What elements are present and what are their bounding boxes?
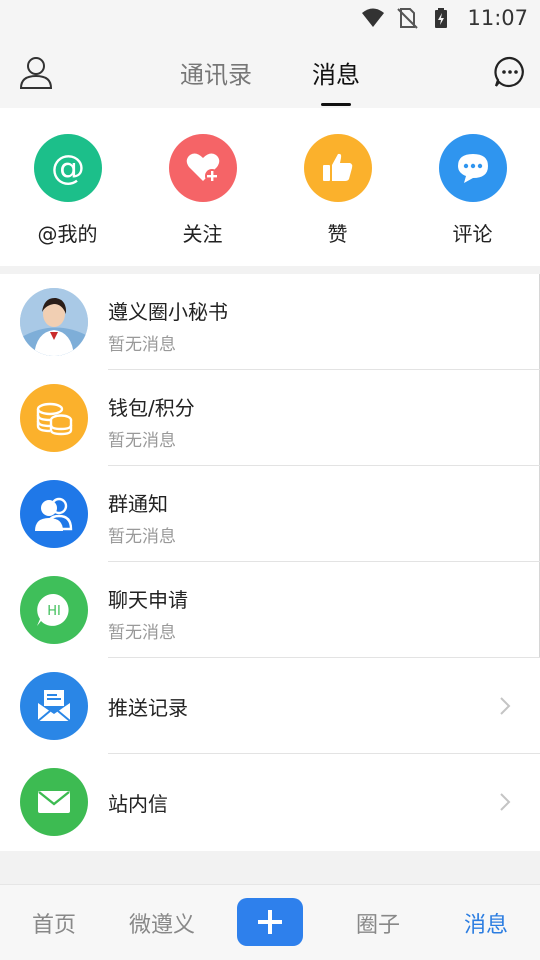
list-item-push-records[interactable]: 推送记录 — [0, 658, 540, 754]
chat-bubble-icon[interactable] — [494, 56, 526, 88]
svg-text:HI: HI — [47, 604, 61, 619]
quick-item-follow[interactable]: 关注 — [135, 108, 270, 266]
list-item-site-mail[interactable]: 站内信 — [0, 754, 540, 850]
no-sim-icon — [397, 8, 419, 29]
wallet-texts: 钱包/积分 暂无消息 — [108, 370, 540, 466]
at-icon: @ — [33, 134, 102, 202]
chevron-right-icon — [500, 697, 511, 715]
nav-home[interactable]: 首页 — [32, 907, 76, 939]
envelope-icon — [20, 768, 88, 836]
nav-wei-zunyi[interactable]: 微遵义 — [129, 907, 195, 939]
item-title: 站内信 — [108, 792, 168, 816]
comment-icon — [438, 134, 507, 202]
svg-text:@: @ — [51, 148, 85, 188]
quick-item-likes[interactable]: 赞 — [270, 108, 405, 266]
plus-icon — [258, 910, 282, 934]
mail-open-icon — [20, 672, 88, 740]
assistant-texts: 遵义圈小秘书 暂无消息 — [108, 274, 540, 370]
header-tabs: 通讯录 消息 — [0, 36, 540, 108]
hi-chat-icon: HI — [20, 576, 88, 644]
quick-label-likes: 赞 — [327, 222, 348, 246]
chat-request-texts: 聊天申请 暂无消息 — [108, 562, 540, 658]
quick-label-follow: 关注 — [182, 222, 223, 246]
group-notice-texts: 群通知 暂无消息 — [108, 466, 540, 562]
status-bar: 11:07 — [0, 0, 540, 36]
coins-icon — [20, 384, 88, 452]
wifi-icon — [362, 8, 385, 27]
list-item-group-notice[interactable]: 群通知 暂无消息 — [0, 466, 540, 562]
quick-actions: @ @我的 关注 赞 评论 — [0, 108, 540, 266]
nav-messages[interactable]: 消息 — [464, 907, 508, 939]
thumbs-up-icon — [303, 134, 372, 202]
item-title: 聊天申请 — [108, 588, 188, 612]
list-item-chat-request[interactable]: HI 聊天申请 暂无消息 — [0, 562, 540, 658]
quick-label-mentions: @我的 — [37, 222, 98, 246]
item-title: 群通知 — [108, 492, 168, 516]
chevron-right-icon — [500, 793, 511, 811]
quick-item-comments[interactable]: 评论 — [405, 108, 540, 266]
push-records-texts: 推送记录 — [108, 658, 540, 754]
group-icon — [20, 480, 88, 548]
item-subtitle: 暂无消息 — [108, 431, 176, 451]
assistant-avatar — [20, 288, 88, 356]
quick-item-mentions[interactable]: @ @我的 — [0, 108, 135, 266]
tab-messages[interactable]: 消息 — [310, 55, 362, 90]
message-list: 遵义圈小秘书 暂无消息 钱包/积分 暂无消息 群通知 暂无消息 HI 聊天申请 … — [0, 274, 540, 851]
add-button[interactable] — [237, 898, 303, 946]
status-time: 11:07 — [467, 6, 528, 30]
item-title: 钱包/积分 — [108, 396, 195, 420]
bottom-nav: 首页 微遵义 圈子 消息 — [0, 884, 540, 960]
item-title: 遵义圈小秘书 — [108, 300, 228, 324]
app-header: 通讯录 消息 — [0, 36, 540, 108]
item-subtitle: 暂无消息 — [108, 335, 176, 355]
battery-charging-icon — [435, 8, 448, 28]
site-mail-texts: 站内信 — [108, 754, 540, 850]
list-item-wallet[interactable]: 钱包/积分 暂无消息 — [0, 370, 540, 466]
item-subtitle: 暂无消息 — [108, 527, 176, 547]
item-title: 推送记录 — [108, 696, 188, 720]
list-item-assistant[interactable]: 遵义圈小秘书 暂无消息 — [0, 274, 540, 370]
tab-contacts[interactable]: 通讯录 — [178, 55, 254, 90]
quick-label-comments: 评论 — [452, 222, 493, 246]
item-subtitle: 暂无消息 — [108, 623, 176, 643]
nav-circles[interactable]: 圈子 — [356, 907, 400, 939]
heart-plus-icon — [168, 134, 237, 202]
